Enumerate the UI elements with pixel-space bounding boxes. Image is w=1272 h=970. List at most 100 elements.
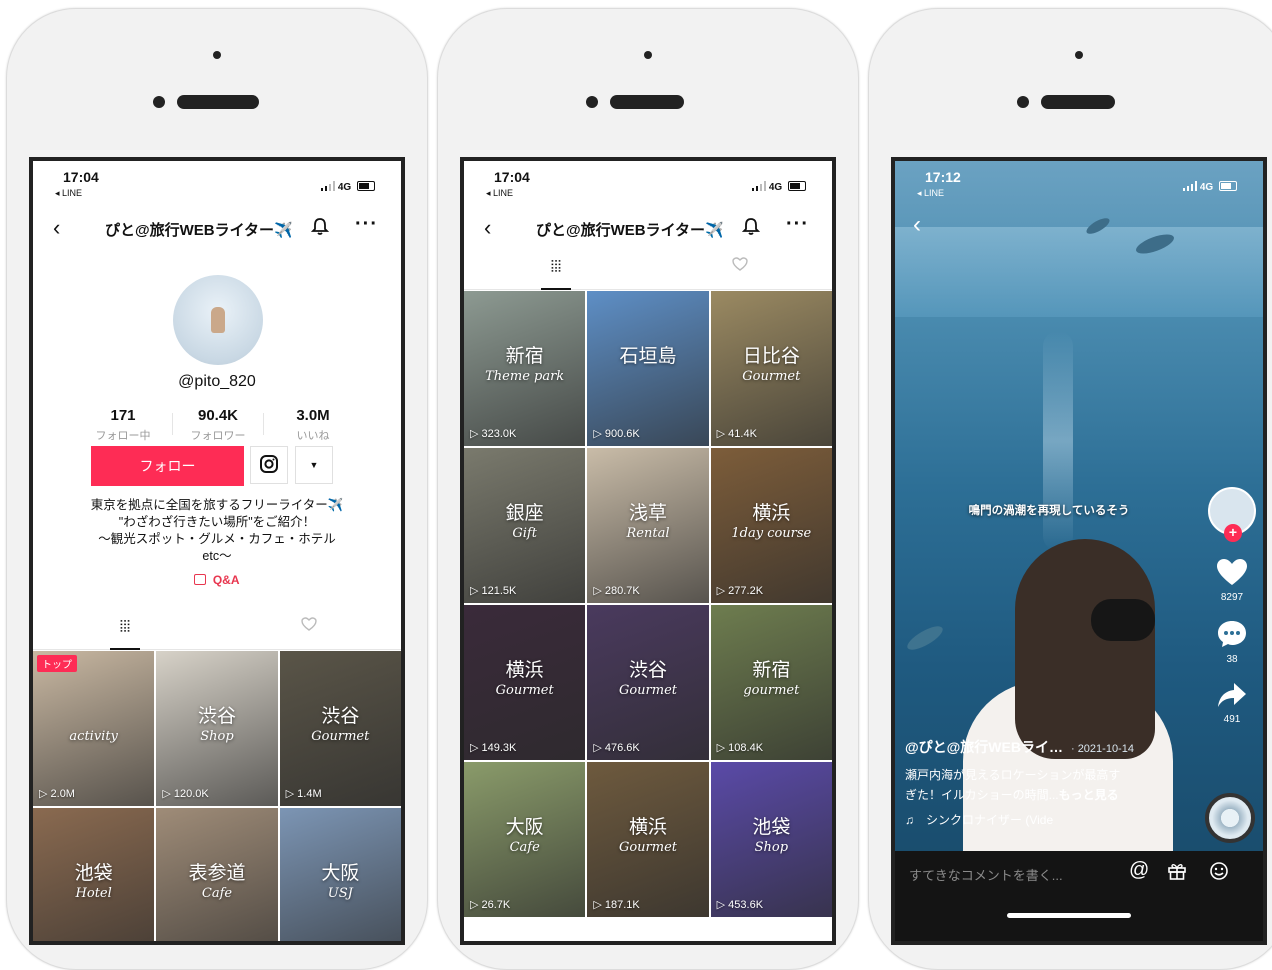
signal-icon — [1183, 181, 1198, 191]
creator-avatar[interactable]: + — [1208, 487, 1256, 542]
thumbnail-place-text: 渋谷 — [628, 659, 667, 681]
view-count: ▷ 453.6K — [716, 899, 764, 911]
like-action[interactable]: 8297 — [1207, 557, 1257, 603]
tab-videos-grid[interactable]: ⦙⦙⦙ — [464, 249, 648, 290]
emoji-icon[interactable] — [1209, 861, 1229, 881]
music-disc-icon[interactable] — [1205, 793, 1255, 843]
comment-bubble-icon — [1218, 621, 1246, 647]
clock: 17:04 — [63, 169, 99, 185]
video-thumbnail[interactable]: 横浜 Gourmet ▷ 149.3K — [464, 605, 586, 760]
video-thumbnail[interactable]: 横浜 Gourmet ▷ 187.1K — [587, 762, 709, 917]
view-count: ▷ 323.0K — [470, 428, 517, 440]
video-description: 瀬戸内海が見えるロケーションが最高す ぎた！イルカショーの時間...もっと見る — [905, 765, 1165, 805]
video-thumbnail[interactable]: 新宿 gourmet ▷ 108.4K — [710, 605, 832, 760]
stat-value: 90.4K — [197, 407, 239, 424]
stat-followers[interactable]: 90.4K フォロワー — [172, 407, 264, 443]
profile-title: ぴと@旅行WEBライター✈️ — [105, 222, 293, 239]
profile-nav-bar: ‹ ぴと@旅行WEBライター✈️ ··· — [464, 211, 832, 247]
signal-battery: 4G — [321, 181, 375, 193]
earpiece-speaker — [177, 95, 259, 109]
profile-tabs: ⦙⦙⦙ — [464, 249, 832, 290]
qa-icon — [194, 574, 207, 585]
front-camera — [1075, 51, 1083, 59]
view-count: ▷ 120.0K — [162, 788, 209, 800]
qa-link[interactable]: Q&A — [33, 573, 401, 587]
instagram-button[interactable] — [250, 446, 288, 484]
stat-label: フォロワー — [190, 430, 246, 442]
back-to-app-link[interactable]: ◂ LINE — [55, 188, 82, 199]
gift-icon[interactable] — [1167, 861, 1187, 881]
earpiece-speaker — [1041, 95, 1115, 109]
at-icon[interactable]: @ — [1129, 859, 1149, 882]
thumbnail-place-text: 大阪 — [505, 816, 544, 838]
tab-videos-grid[interactable]: ⦙⦙⦙ — [33, 609, 217, 650]
video-thumbnail[interactable]: 表参道 Cafe — [156, 808, 278, 941]
thumbnail-category-text: Gourmet — [495, 683, 554, 698]
thumbnail-category-text: Theme park — [485, 369, 565, 384]
network-type: 4G — [1199, 182, 1214, 193]
video-thumbnail[interactable]: 池袋 Hotel — [33, 808, 155, 941]
bell-icon[interactable] — [742, 217, 760, 237]
back-chevron-icon[interactable]: ‹ — [913, 211, 921, 239]
video-thumbnail[interactable]: 大阪 USJ — [279, 808, 401, 941]
thumbnail-category-text: Shop — [200, 729, 234, 744]
instagram-icon — [260, 454, 278, 473]
video-thumbnail[interactable]: 大阪 Cafe ▷ 26.7K — [464, 762, 586, 917]
more-icon[interactable]: ··· — [786, 213, 809, 236]
video-thumbnail[interactable]: トップ activity ▷ 2.0M — [33, 651, 155, 806]
tab-liked[interactable] — [217, 609, 401, 649]
back-chevron-icon[interactable]: ‹ — [53, 215, 60, 241]
follow-plus-icon[interactable]: + — [1224, 524, 1242, 542]
see-more-link[interactable]: もっと見る — [1059, 788, 1119, 802]
video-scene-water — [895, 227, 1263, 317]
sensor-dot — [586, 96, 598, 108]
thumbnail-place-text: 横浜 — [752, 502, 791, 524]
video-author[interactable]: @ぴと@旅行WEBライ… · 2021-10-14 — [905, 737, 1165, 757]
video-thumbnail[interactable]: 横浜 1day course ▷ 277.2K — [710, 448, 832, 603]
video-thumbnail[interactable]: 新宿 Theme park ▷ 323.0K — [464, 291, 586, 446]
stat-likes: 3.0M いいね — [273, 407, 353, 443]
follow-button[interactable]: フォロー — [91, 446, 244, 486]
share-count: 491 — [1223, 714, 1241, 725]
phone-frame-video-grid: 17:04 ◂ LINE 4G ‹ ぴと@旅行WEBライター✈️ ··· ⦙⦙⦙… — [437, 8, 859, 970]
back-to-app-link[interactable]: ◂ LINE — [917, 188, 944, 199]
video-thumbnail[interactable]: 日比谷 Gourmet ▷ 41.4K — [710, 291, 832, 446]
thumbnail-place-text: 日比谷 — [742, 345, 800, 367]
comment-action[interactable]: 38 — [1207, 619, 1257, 665]
comment-input[interactable]: すてきなコメントを書く... — [909, 865, 1063, 884]
stat-following[interactable]: 171 フォロー中 — [83, 407, 163, 443]
video-thumbnail[interactable]: 渋谷 Shop ▷ 120.0K — [156, 651, 278, 806]
share-action[interactable]: 491 — [1207, 681, 1257, 725]
profile-nav-bar: ‹ ぴと@旅行WEBライター✈️ ··· — [33, 211, 401, 247]
thumbnail-category-text: Cafe — [201, 886, 233, 901]
back-chevron-icon[interactable]: ‹ — [484, 215, 491, 241]
video-thumbnail[interactable]: 池袋 Shop ▷ 453.6K — [710, 762, 832, 917]
share-arrow-icon — [1218, 683, 1246, 707]
thumbnail-place-text: 石垣島 — [619, 345, 677, 367]
heart-icon — [1217, 559, 1247, 585]
avatar[interactable] — [173, 275, 263, 365]
thumbnail-category-text: Gift — [512, 526, 537, 541]
tab-liked[interactable] — [648, 249, 832, 289]
video-thumbnail[interactable]: 渋谷 Gourmet ▷ 476.6K — [587, 605, 709, 760]
bio-line: etc〜 — [202, 549, 232, 563]
bell-icon[interactable] — [311, 217, 329, 237]
video-thumbnail[interactable]: 銀座 Gift ▷ 121.5K — [464, 448, 586, 603]
liked-hearts-icon — [301, 617, 317, 631]
music-track[interactable]: ♫ シンクロナイザー (Vide — [905, 811, 1165, 828]
video-thumbnail[interactable]: 渋谷 Gourmet ▷ 1.4M — [279, 651, 401, 806]
thumbnail-category-text: Shop — [754, 840, 789, 855]
video-thumbnail[interactable]: 石垣島 ▷ 900.6K — [587, 291, 709, 446]
more-options-dropdown[interactable]: ▼ — [295, 446, 333, 484]
network-type: 4G — [768, 182, 783, 193]
back-to-app-link[interactable]: ◂ LINE — [486, 188, 513, 199]
video-thumbnail[interactable]: 浅草 Rental ▷ 280.7K — [587, 448, 709, 603]
more-icon[interactable]: ··· — [355, 213, 378, 236]
earpiece-speaker — [610, 95, 684, 109]
thumbnail-category-text: 1day course — [731, 526, 812, 541]
video-date: · 2021-10-14 — [1070, 743, 1134, 755]
clock: 17:12 — [925, 169, 961, 185]
pinned-badge: トップ — [37, 655, 77, 672]
video-overlay-caption: 鳴門の渦潮を再現しているそう — [968, 503, 1130, 517]
thumbnail-place-text: 渋谷 — [321, 705, 360, 727]
